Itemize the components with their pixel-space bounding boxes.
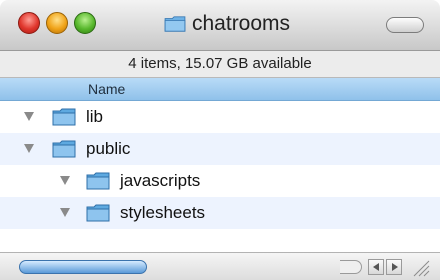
list-item-public[interactable]: public bbox=[0, 133, 440, 165]
list-item-label: stylesheets bbox=[120, 203, 206, 222]
status-bar: 4 items, 15.07 GB available bbox=[0, 51, 440, 78]
column-header-name[interactable]: Name bbox=[0, 78, 440, 101]
disclosure-triangle-icon[interactable] bbox=[60, 208, 70, 217]
scrollbar-thumb[interactable] bbox=[19, 260, 147, 274]
disclosure-triangle-icon[interactable] bbox=[24, 144, 34, 153]
folder-icon bbox=[86, 172, 110, 190]
folder-icon bbox=[52, 108, 76, 126]
status-text: 4 items, 15.07 GB available bbox=[128, 55, 312, 72]
resize-grip-icon[interactable] bbox=[408, 257, 430, 277]
list-item-label: javascripts bbox=[120, 171, 201, 190]
toolbar-toggle-button[interactable] bbox=[386, 17, 424, 33]
list-item-label: lib bbox=[86, 107, 104, 126]
minimize-button[interactable] bbox=[46, 12, 68, 34]
arrow-right-icon bbox=[392, 263, 398, 271]
folder-icon bbox=[52, 140, 76, 158]
list-item-javascripts[interactable]: javascripts bbox=[0, 165, 440, 197]
folder-icon bbox=[86, 204, 110, 222]
title-bar[interactable]: chatrooms bbox=[0, 0, 440, 51]
close-button[interactable] bbox=[18, 12, 40, 34]
list-item-lib[interactable]: lib bbox=[0, 101, 440, 133]
zoom-button[interactable] bbox=[74, 12, 96, 34]
scroll-right-button[interactable] bbox=[386, 259, 402, 275]
scroll-left-button[interactable] bbox=[368, 259, 384, 275]
disclosure-triangle-icon[interactable] bbox=[24, 112, 34, 121]
list-item-label: public bbox=[86, 139, 131, 158]
list-item-stylesheets[interactable]: stylesheets bbox=[0, 197, 440, 229]
window-title: chatrooms bbox=[192, 12, 291, 35]
horizontal-scrollbar[interactable] bbox=[0, 252, 440, 280]
scrollbar-track-end bbox=[340, 260, 362, 274]
column-header-label: Name bbox=[88, 81, 126, 97]
arrow-left-icon bbox=[373, 263, 379, 271]
disclosure-triangle-icon[interactable] bbox=[60, 176, 70, 185]
folder-icon bbox=[164, 16, 186, 32]
finder-window: chatrooms 4 items, 15.07 GB available Na… bbox=[0, 0, 440, 280]
